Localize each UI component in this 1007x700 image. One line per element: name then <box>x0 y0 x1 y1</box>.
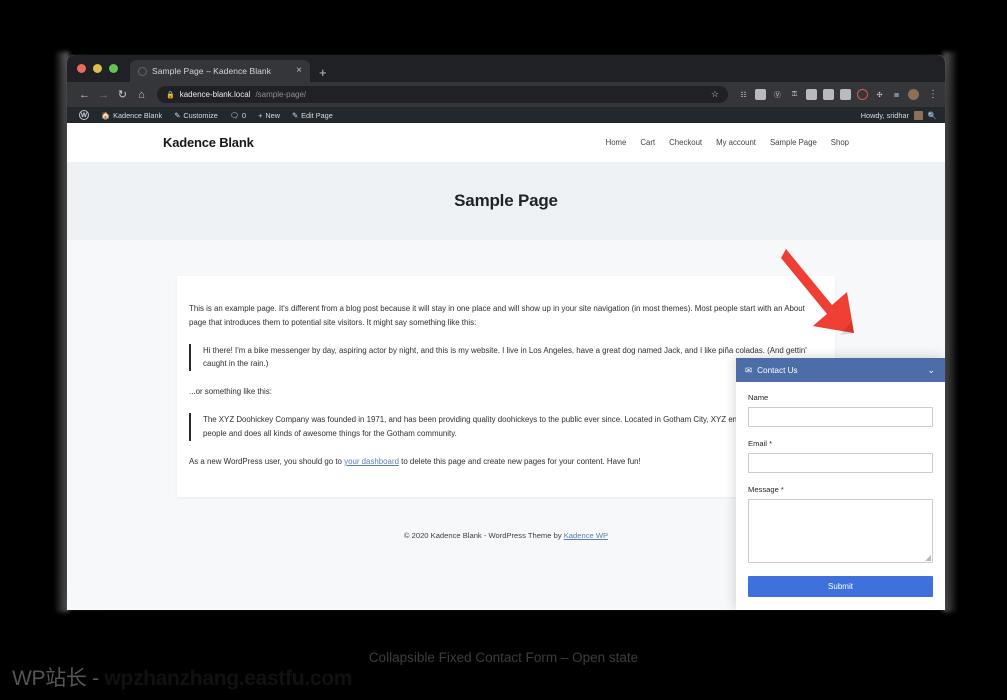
watermark-domain: wpzhanzhang.eastfu.com <box>104 667 353 690</box>
close-window-button[interactable] <box>77 64 86 73</box>
lock-icon: 🔒 <box>166 91 175 99</box>
puzzle-icon[interactable]: ✣ <box>874 89 885 100</box>
page-title: Sample Page <box>454 191 558 210</box>
content-intro-paragraph: This is an example page. It's different … <box>189 304 805 327</box>
admin-bar-edit-page[interactable]: ✎ Edit Page <box>286 111 339 120</box>
message-textarea[interactable] <box>748 499 933 563</box>
page-favicon <box>138 66 147 76</box>
nav-item-shop[interactable]: Shop <box>831 138 849 147</box>
comment-icon: 🗨 <box>229 110 240 120</box>
browser-tab-strip: Sample Page – Kadence Blank × + <box>67 55 945 82</box>
name-field-label: Name <box>748 393 769 402</box>
maximize-window-button[interactable] <box>109 64 118 73</box>
pencil-icon: ✎ <box>174 110 181 120</box>
footer-text: © 2020 Kadence Blank - WordPress Theme b… <box>403 530 564 540</box>
bookmark-icon[interactable] <box>755 89 766 100</box>
admin-bar-comments-count: 0 <box>242 110 247 120</box>
wp-admin-bar: W 🏠 Kadence Blank ✎ Customize 🗨 0 + New … <box>67 107 945 123</box>
footer-link-kadence-wp[interactable]: Kadence WP <box>564 531 608 540</box>
nav-item-sample-page[interactable]: Sample Page <box>770 138 817 147</box>
outro-text-after: to delete this page and create new pages… <box>398 456 641 466</box>
watermark-prefix: WP站长 - <box>12 667 105 690</box>
contact-form-title: Contact Us <box>757 365 798 375</box>
message-field-label: Message * <box>748 485 784 494</box>
email-field-label: Email * <box>748 439 773 448</box>
minimize-window-button[interactable] <box>93 64 102 73</box>
content-blockquote-1: Hi there! I'm a bike messenger by day, a… <box>189 343 823 372</box>
wordpress-icon[interactable]: Ⓥ <box>772 89 783 100</box>
list-icon[interactable]: ≣ <box>891 89 902 100</box>
reload-icon[interactable]: ↻ <box>113 85 132 104</box>
extension-icons: ☷ Ⓥ ⚿ ✣ ≣ ⋮ <box>735 89 938 100</box>
search-icon[interactable]: 🔍 <box>928 111 937 120</box>
submit-button[interactable]: Submit <box>748 576 933 597</box>
nav-item-home[interactable]: Home <box>606 138 627 147</box>
admin-bar-edit-label: Edit Page <box>301 110 333 120</box>
admin-bar-new-label: New <box>265 110 280 120</box>
contact-form-header[interactable]: ✉ Contact Us ⌄ <box>736 358 945 382</box>
browser-toolbar: ← → ↻ ⌂ 🔒 kadence-blank.local/sample-pag… <box>67 82 945 107</box>
admin-bar-comments[interactable]: 🗨 0 <box>224 111 252 120</box>
browser-window: Sample Page – Kadence Blank × + ← → ↻ ⌂ … <box>67 55 945 610</box>
screenshot-stage: Sample Page – Kadence Blank × + ← → ↻ ⌂ … <box>0 0 1007 700</box>
email-input[interactable] <box>748 453 933 473</box>
site-header: Kadence Blank Home Cart Checkout My acco… <box>67 123 945 162</box>
blockquote-2-text: The XYZ Doohickey Company was founded in… <box>203 415 798 438</box>
admin-bar-site-name[interactable]: 🏠 Kadence Blank <box>95 111 168 120</box>
target-icon[interactable] <box>857 89 868 100</box>
browser-tab[interactable]: Sample Page – Kadence Blank × <box>130 60 310 82</box>
puzzle-grid-icon[interactable]: ☷ <box>738 89 749 100</box>
window-shadow-right <box>943 52 957 612</box>
name-input[interactable] <box>748 407 933 427</box>
chevron-down-icon[interactable]: ⌄ <box>927 365 935 375</box>
content-blockquote-2: The XYZ Doohickey Company was founded in… <box>189 413 823 441</box>
content-or-line: ...or something like this: <box>189 387 272 397</box>
blockquote-1-text: Hi there! I'm a bike messenger by day, a… <box>203 345 807 369</box>
browser-menu-icon[interactable]: ⋮ <box>925 89 938 100</box>
contact-form-widget: ✉ Contact Us ⌄ Name Email * Message * Su… <box>736 358 945 610</box>
site-brand[interactable]: Kadence Blank <box>163 135 254 150</box>
edit-icon: ✎ <box>291 110 299 120</box>
watermark: WP站长 - wpzhanzhang.eastfu.com <box>12 662 352 692</box>
contact-form-body: Name Email * Message * Submit <box>736 382 945 610</box>
admin-bar-site-label: Kadence Blank <box>113 110 163 120</box>
avatar <box>913 110 923 120</box>
contrast-icon[interactable] <box>806 89 817 100</box>
admin-bar-account[interactable]: Howdy, sridhar 🔍 <box>860 110 939 120</box>
bookmark-star-icon[interactable]: ☆ <box>711 89 719 100</box>
envelope-icon: ✉ <box>745 364 753 375</box>
profile-avatar[interactable] <box>908 89 919 100</box>
content-outro-paragraph: As a new WordPress user, you should go t… <box>189 455 823 469</box>
admin-bar-new[interactable]: + New <box>252 111 286 120</box>
close-tab-icon[interactable]: × <box>295 66 303 76</box>
browser-tab-title: Sample Page – Kadence Blank <box>152 66 272 76</box>
table-icon[interactable] <box>823 89 834 100</box>
home-icon: 🏠 <box>101 110 111 120</box>
nav-item-my-account[interactable]: My account <box>716 138 756 147</box>
key-icon[interactable]: ⚿ <box>789 89 800 100</box>
page-viewport: Kadence Blank Home Cart Checkout My acco… <box>67 123 945 610</box>
admin-bar-greeting: Howdy, sridhar <box>860 110 909 120</box>
admin-bar-customize[interactable]: ✎ Customize <box>168 111 224 120</box>
wordpress-logo-icon: W <box>79 110 89 120</box>
address-bar[interactable]: 🔒 kadence-blank.local/sample-page/ ☆ <box>157 86 728 103</box>
nav-item-checkout[interactable]: Checkout <box>669 138 702 147</box>
window-traffic-lights[interactable] <box>77 55 130 82</box>
admin-bar-customize-label: Customize <box>183 110 218 120</box>
wp-logo-menu[interactable]: W <box>73 110 95 120</box>
url-path: /sample-page/ <box>255 90 307 99</box>
back-icon[interactable]: ← <box>75 85 94 104</box>
analytics-icon[interactable] <box>840 89 851 100</box>
site-nav: Home Cart Checkout My account Sample Pag… <box>606 138 849 147</box>
home-icon[interactable]: ⌂ <box>132 85 151 104</box>
new-tab-button[interactable]: + <box>310 66 335 82</box>
page-hero: Sample Page <box>67 162 945 240</box>
outro-text-before: As a new WordPress user, you should go t… <box>189 456 345 466</box>
nav-item-cart[interactable]: Cart <box>640 138 655 147</box>
forward-icon[interactable]: → <box>94 85 113 104</box>
url-host: kadence-blank.local <box>179 90 251 99</box>
plus-icon: + <box>258 110 263 120</box>
dashboard-link[interactable]: your dashboard <box>344 457 399 466</box>
